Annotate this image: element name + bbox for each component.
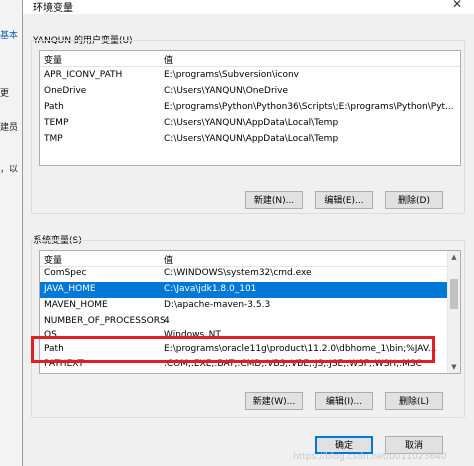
variable-value: 4	[164, 316, 170, 326]
list-item[interactable]: APR_ICONV_PATH E:\programs\Subversion\ic…	[40, 68, 460, 84]
user-variables-list[interactable]: 变量 值 APR_ICONV_PATH E:\programs\Subversi…	[39, 50, 461, 166]
variable-value: E:\programs\Subversion\iconv	[164, 70, 299, 80]
list-item[interactable]: MAVEN_HOME D:\apache-maven-3.5.3	[40, 298, 460, 314]
system-list-scrollbar[interactable]: ▲ ▼	[447, 251, 460, 373]
background-fragment: 更	[0, 89, 10, 99]
dialog-title: 环境变量	[33, 3, 73, 14]
variable-name: Path	[44, 102, 64, 112]
list-item[interactable]: Path E:\programs\Python\Python36\Scripts…	[40, 100, 460, 116]
column-header-name[interactable]: 变量	[44, 253, 62, 266]
variable-name: TMP	[44, 134, 63, 144]
user-new-button[interactable]: 新建(N)...	[245, 191, 303, 209]
background-window: 基本 更 建员 ，以	[0, 0, 22, 466]
variable-name: TEMP	[44, 118, 69, 128]
list-item[interactable]: ComSpec C:\WINDOWS\system32\cmd.exe	[40, 266, 460, 282]
scroll-down-icon[interactable]: ▼	[448, 361, 460, 373]
scroll-thumb[interactable]	[450, 279, 458, 309]
variable-value: C:\Java\jdk1.8.0_101	[164, 284, 257, 294]
system-edit-button[interactable]: 编辑(I)...	[315, 392, 373, 410]
variable-value: C:\WINDOWS\system32\cmd.exe	[164, 268, 312, 278]
variable-name: ComSpec	[44, 268, 87, 278]
variable-value: C:\Users\YANQUN\OneDrive	[164, 86, 289, 96]
list-item[interactable]: OneDrive C:\Users\YANQUN\OneDrive	[40, 84, 460, 100]
system-variables-header: 变量 值	[40, 251, 460, 267]
column-header-name[interactable]: 变量	[44, 53, 62, 66]
background-fragment: 基本	[0, 31, 19, 41]
variable-name: APR_ICONV_PATH	[44, 70, 123, 80]
variable-name: JAVA_HOME	[44, 284, 96, 294]
system-delete-button[interactable]: 删除(L)	[385, 392, 443, 410]
variable-value: D:\apache-maven-3.5.3	[164, 300, 271, 310]
variable-value: C:\Users\YANQUN\AppData\Local\Temp	[164, 118, 339, 128]
background-fragment: 建员	[0, 123, 19, 133]
list-item-selected[interactable]: JAVA_HOME C:\Java\jdk1.8.0_101	[40, 282, 460, 298]
watermark: https://blog.csdn.net/u011023640	[293, 452, 447, 462]
scroll-up-icon[interactable]: ▲	[448, 251, 460, 263]
title-bar: 环境变量 ✕	[23, 0, 474, 14]
user-delete-button[interactable]: 删除(D)	[385, 191, 443, 209]
close-icon[interactable]: ✕	[449, 0, 465, 11]
column-header-value[interactable]: 值	[164, 53, 173, 66]
environment-variables-dialog: 环境变量 ✕ YANQUN 的用户变量(U) 变量 值 APR_ICONV_PA…	[22, 0, 474, 466]
list-item[interactable]: TEMP C:\Users\YANQUN\AppData\Local\Temp	[40, 116, 460, 132]
system-new-button[interactable]: 新建(W)...	[245, 392, 303, 410]
background-fragment: ，以	[0, 165, 19, 175]
list-item[interactable]: TMP C:\Users\YANQUN\AppData\Local\Temp	[40, 132, 460, 148]
variable-name: OneDrive	[44, 86, 87, 96]
column-header-value[interactable]: 值	[164, 253, 173, 266]
user-variables-header: 变量 值	[40, 51, 460, 67]
variable-value: C:\Users\YANQUN\AppData\Local\Temp	[164, 134, 339, 144]
user-edit-button[interactable]: 编辑(E)...	[315, 191, 373, 209]
variable-value: E:\programs\Python\Python36\Scripts\;E:\…	[164, 102, 454, 112]
path-highlight-annotation	[31, 336, 435, 363]
variable-name: NUMBER_OF_PROCESSORS	[44, 316, 166, 326]
variable-name: MAVEN_HOME	[44, 300, 108, 310]
